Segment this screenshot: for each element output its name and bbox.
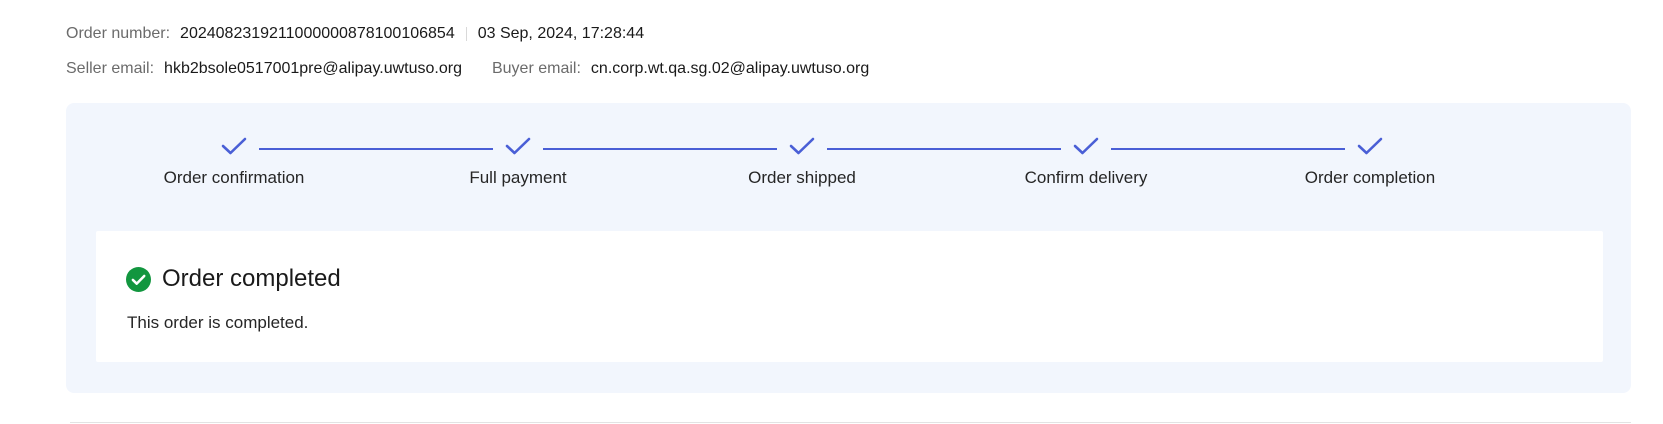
check-icon xyxy=(221,137,247,155)
order-status-card: Order completed This order is completed. xyxy=(96,231,1603,362)
order-number-value: 2024082319211000000878100106854 xyxy=(180,25,455,42)
check-icon xyxy=(1073,137,1099,155)
step-label: Order confirmation xyxy=(163,168,305,187)
email-row: Seller email: hkb2bsole0517001pre@alipay… xyxy=(66,60,869,78)
order-progress-steps: Order confirmation Full payment Order ship… xyxy=(66,103,1631,213)
order-number-row: Order number: 20240823192110000008781001… xyxy=(66,25,644,43)
buyer-email-label: Buyer email xyxy=(491,60,577,77)
step-label: Order shipped xyxy=(748,168,856,187)
progress-step: Order shipped xyxy=(682,136,922,188)
check-icon xyxy=(789,137,815,155)
buyer-email-value: cn.corp.wt.qa.sg.02@alipay.uwtuso.org xyxy=(590,60,870,77)
order-progress-panel: Order confirmation Full payment Order ship… xyxy=(66,103,1631,393)
label-colon: : xyxy=(149,60,155,77)
seller-email-value: hkb2bsole0517001pre@alipay.uwtuso.org xyxy=(164,60,462,77)
progress-step: Order confirmation xyxy=(114,136,354,188)
status-title-row: Order completed xyxy=(126,265,341,293)
check-icon xyxy=(505,137,531,155)
status-description: This order is completed. xyxy=(127,313,309,332)
label-colon: : xyxy=(165,25,171,42)
meta-divider xyxy=(465,27,467,41)
order-datetime: 03 Sep, 2024, 17:28:44 xyxy=(477,25,645,42)
progress-step: Order completion xyxy=(1250,136,1490,188)
label-colon: : xyxy=(576,60,581,77)
check-circle-icon xyxy=(126,266,151,292)
progress-step: Confirm delivery xyxy=(966,136,1206,188)
order-detail-page: Order number: 20240823192110000008781001… xyxy=(0,0,1663,424)
step-label: Order completion xyxy=(1304,168,1436,187)
status-title: Order completed xyxy=(162,265,341,292)
step-label: Full payment xyxy=(469,168,567,187)
section-divider xyxy=(70,422,1631,423)
seller-email-label: Seller email xyxy=(66,60,150,77)
check-icon xyxy=(1357,137,1383,155)
step-label: Confirm delivery xyxy=(1024,168,1148,187)
order-number-label: Order number xyxy=(66,25,166,42)
progress-step: Full payment xyxy=(398,136,638,188)
